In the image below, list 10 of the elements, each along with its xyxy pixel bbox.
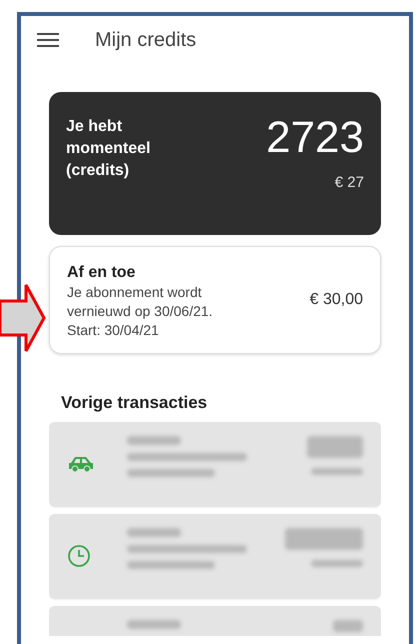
credit-value: € 27 (334, 173, 364, 193)
section-heading: Vorige transacties (61, 392, 208, 414)
subscription-card[interactable]: Af en toe Je abonnement wordt vernieuwd op 30/06/21. Start: 30/04/21 € 30,00 (49, 246, 381, 354)
subscription-price: € 30,00 (310, 290, 363, 310)
page-title: Mijn credits (95, 28, 196, 53)
balance-label: Je hebt momenteel (credits) (66, 117, 152, 181)
subscription-title: Af en toe (67, 263, 136, 283)
start-date: Start: 30/04/21 (67, 321, 160, 340)
credit-count: 2723 (266, 116, 364, 160)
renewal-text: Je abonnement wordt vernieuwd op 30/06/21. (67, 283, 214, 321)
